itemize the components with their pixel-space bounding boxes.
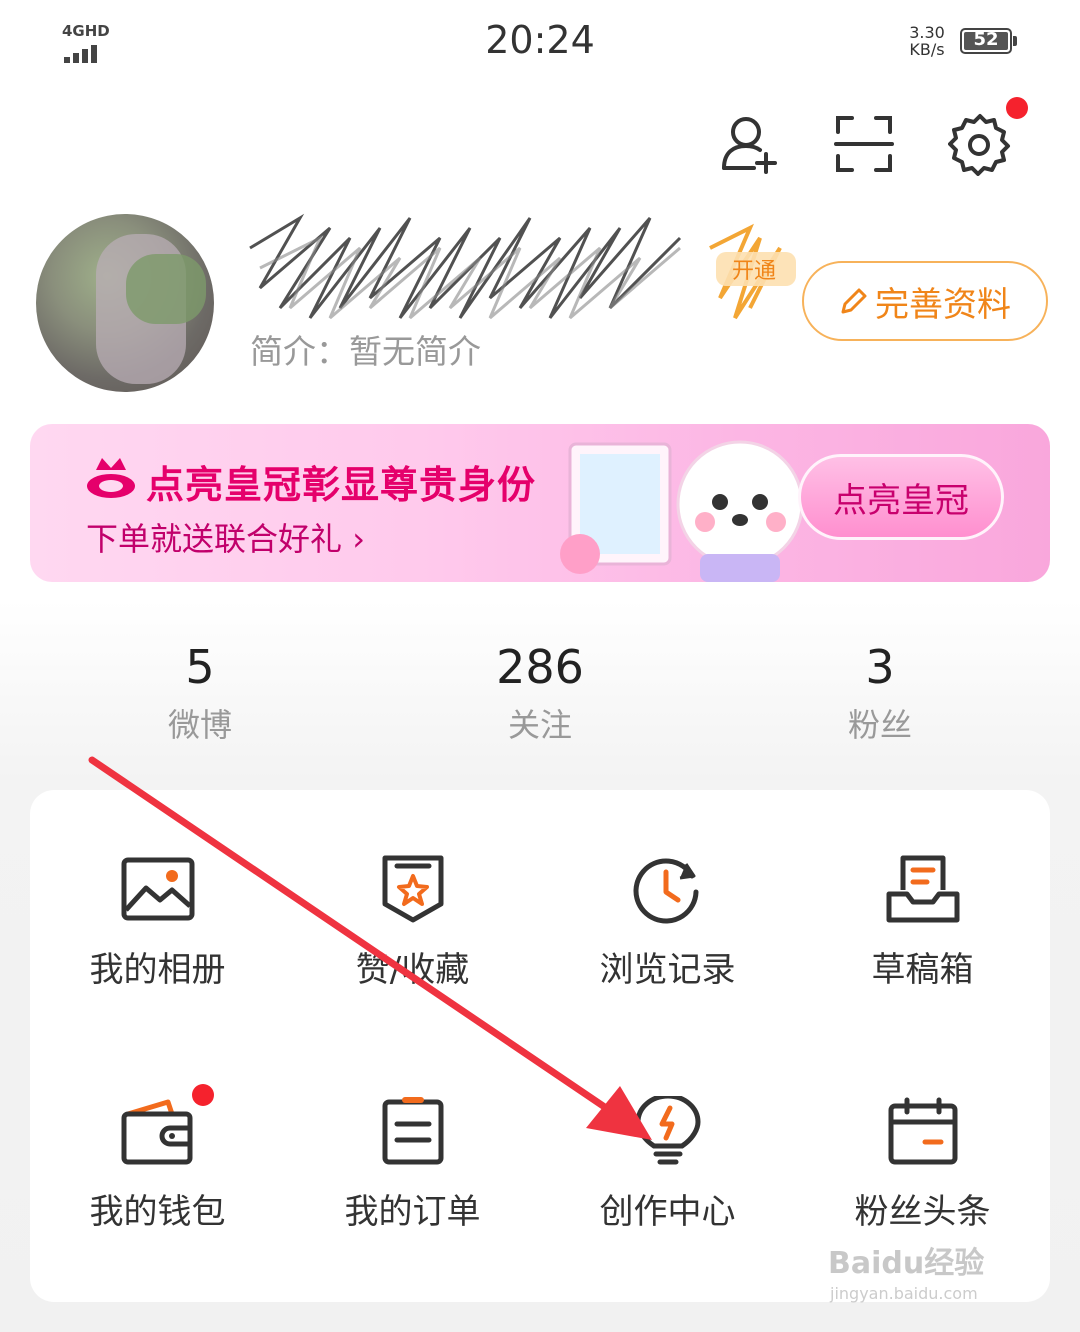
battery-icon: 52 bbox=[960, 28, 1012, 54]
battery-tip bbox=[1013, 36, 1017, 46]
settings-notification-dot bbox=[1006, 97, 1028, 119]
favorites-icon bbox=[382, 855, 443, 923]
history-icon bbox=[633, 858, 698, 924]
stat-value: 286 bbox=[496, 640, 584, 694]
vip-tag[interactable]: 开通 bbox=[732, 259, 776, 284]
weibo-crown-icon bbox=[87, 458, 135, 498]
network-speed: 3.30 KB/s bbox=[902, 24, 952, 58]
menu-grid-card: 我的相册 赞/收藏 浏览记录 草稿箱 我的钱包 我的订单 创作中心 粉丝头条 bbox=[30, 790, 1050, 1302]
vip-crown-banner[interactable]: 点亮皇冠彰显尊贵身份 下单就送联合好礼 › 点亮皇冠 bbox=[30, 424, 1050, 582]
stat-posts[interactable]: 5 微博 bbox=[100, 640, 300, 746]
menu-item-orders[interactable]: 我的订单 bbox=[285, 1096, 540, 1316]
redacted-username: 开通 bbox=[249, 213, 796, 320]
banner-subtitle[interactable]: 下单就送联合好礼 › bbox=[86, 514, 365, 560]
menu-item-label: 我的相册 bbox=[89, 950, 226, 990]
wallet-icon bbox=[121, 1099, 192, 1165]
banner-title: 点亮皇冠彰显尊贵身份 bbox=[146, 463, 537, 507]
menu-item-label: 我的订单 bbox=[344, 1192, 481, 1232]
menu-item-wallet[interactable]: 我的钱包 bbox=[30, 1096, 285, 1316]
menu-item-favorites[interactable]: 赞/收藏 bbox=[285, 854, 540, 1074]
stat-followers[interactable]: 3 粉丝 bbox=[780, 640, 980, 746]
stat-label: 微博 bbox=[167, 706, 232, 744]
fans-headline-icon bbox=[888, 1097, 957, 1165]
menu-item-label: 赞/收藏 bbox=[355, 950, 470, 990]
speed-value: 3.30 bbox=[909, 23, 945, 42]
pencil-icon bbox=[841, 288, 867, 314]
menu-item-label: 创作中心 bbox=[599, 1192, 736, 1232]
mascot-dog-illustration bbox=[560, 440, 804, 582]
add-friend-icon[interactable] bbox=[718, 112, 782, 176]
stat-label: 关注 bbox=[507, 706, 572, 744]
light-crown-button[interactable]: 点亮皇冠 bbox=[798, 454, 1004, 540]
menu-item-label: 浏览记录 bbox=[599, 950, 736, 990]
settings-icon[interactable] bbox=[948, 112, 1012, 176]
album-icon bbox=[121, 857, 194, 921]
menu-item-history[interactable]: 浏览记录 bbox=[540, 854, 795, 1074]
avatar[interactable] bbox=[36, 214, 214, 392]
edit-profile-label: 完善资料 bbox=[875, 284, 1011, 325]
baidu-watermark-url: jingyan.baidu.com bbox=[830, 1284, 978, 1303]
orders-icon bbox=[382, 1097, 443, 1165]
banner-subtitle-text: 下单就送联合好礼 bbox=[86, 520, 343, 558]
menu-item-album[interactable]: 我的相册 bbox=[30, 854, 285, 1074]
menu-item-creator-center[interactable]: 创作中心 bbox=[540, 1096, 795, 1316]
profile-bio: 简介：暂无简介 bbox=[250, 332, 481, 371]
stat-value: 3 bbox=[865, 640, 895, 694]
stat-following[interactable]: 286 关注 bbox=[440, 640, 640, 746]
chevron-right-icon: › bbox=[352, 520, 365, 558]
edit-profile-button[interactable]: 完善资料 bbox=[802, 261, 1048, 341]
speed-unit: KB/s bbox=[909, 40, 945, 59]
stat-value: 5 bbox=[185, 640, 215, 694]
stat-label: 粉丝 bbox=[847, 706, 912, 744]
baidu-watermark: Baidu经验 bbox=[828, 1246, 985, 1281]
menu-item-label: 我的钱包 bbox=[89, 1192, 226, 1232]
wallet-notification-dot bbox=[192, 1084, 214, 1106]
battery-level: 52 bbox=[973, 29, 999, 50]
menu-item-label: 粉丝头条 bbox=[854, 1192, 991, 1232]
creator-center-icon bbox=[635, 1096, 700, 1165]
drafts-icon bbox=[886, 855, 959, 923]
menu-item-label: 草稿箱 bbox=[871, 950, 974, 990]
menu-item-fans-headline[interactable]: 粉丝头条 bbox=[795, 1096, 1050, 1316]
scan-icon[interactable] bbox=[832, 112, 896, 176]
menu-item-drafts[interactable]: 草稿箱 bbox=[795, 854, 1050, 1074]
